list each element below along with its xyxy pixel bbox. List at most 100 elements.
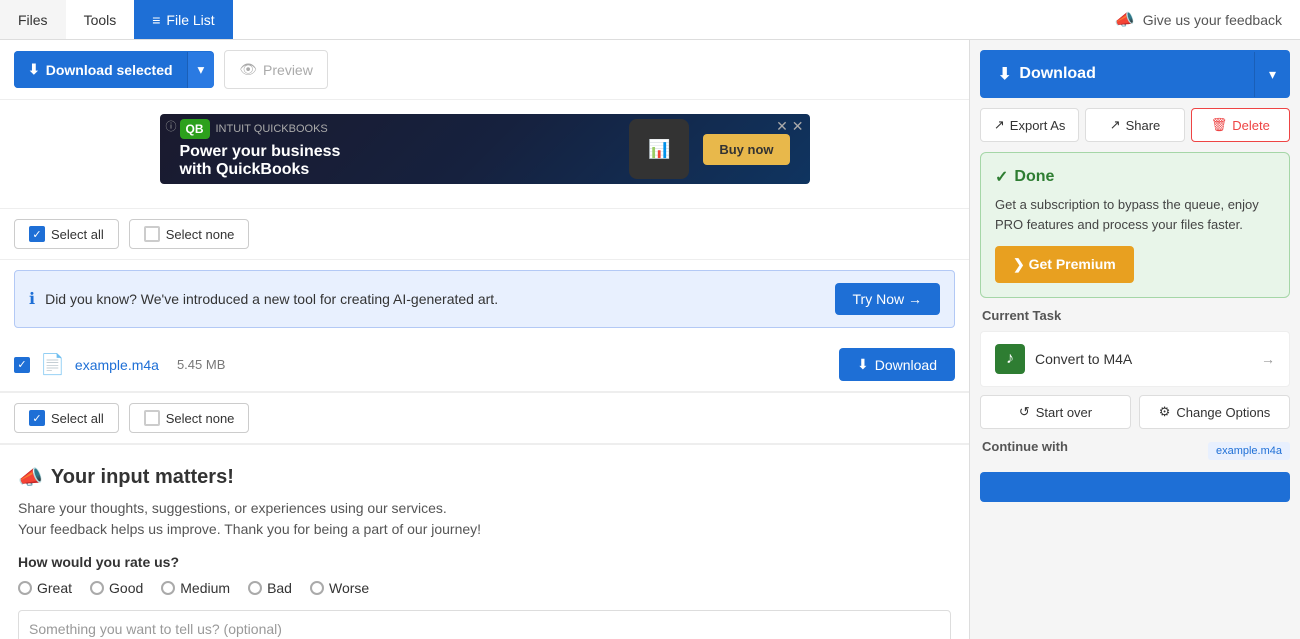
feedback-title: 📣 Your input matters! [18, 465, 951, 490]
premium-label: ❯ Get Premium [1013, 256, 1116, 273]
rating-worse[interactable]: Worse [310, 580, 369, 596]
select-bar-top: ✓ Select all Select none [0, 208, 969, 260]
megaphone-nav-icon: 📣 [1115, 10, 1135, 30]
ad-buy-now-button[interactable]: Buy now [703, 134, 789, 165]
change-options-icon: ⚙ [1159, 404, 1171, 420]
file-download-label: Download [875, 357, 937, 373]
select-all-bottom-label: Select all [51, 411, 104, 426]
right-download-caret[interactable]: ▾ [1254, 52, 1290, 97]
ad-close-icon[interactable]: ✕ ✕ [776, 118, 803, 135]
share-button[interactable]: ↗ Share [1085, 108, 1184, 142]
megaphone-icon: 📣 [18, 465, 43, 490]
get-premium-button[interactable]: ❯ Get Premium [995, 246, 1134, 283]
task-actions: ↺ Start over ⚙ Change Options [980, 395, 1290, 429]
file-list-icon: ≡ [152, 12, 160, 28]
continue-label: Continue with [980, 439, 1070, 454]
download-selected-caret[interactable]: ▾ [187, 52, 215, 88]
right-download-label: Download [1019, 65, 1095, 83]
ad-logo: QB INTUIT QUICKBOOKS [180, 119, 341, 139]
rating-medium[interactable]: Medium [161, 580, 230, 596]
right-download-main[interactable]: ⬇ Download [980, 50, 1254, 98]
feedback-textarea-placeholder[interactable]: Something you want to tell us? (optional… [29, 621, 282, 637]
right-download-button: ⬇ Download ▾ [980, 50, 1290, 98]
feedback-desc: Share your thoughts, suggestions, or exp… [18, 498, 951, 540]
radio-medium[interactable] [161, 581, 175, 595]
select-none-bottom-button[interactable]: Select none [129, 403, 250, 433]
radio-great[interactable] [18, 581, 32, 595]
feedback-textarea-wrapper: Something you want to tell us? (optional… [18, 610, 951, 639]
feedback-nav[interactable]: 📣 Give us your feedback [1097, 10, 1300, 30]
current-task-section: Current Task ♪ Convert to M4A → ↺ Start … [980, 308, 1290, 429]
select-all-checkbox-bottom: ✓ [29, 410, 45, 426]
download-selected-icon: ⬇ [28, 61, 40, 78]
ad-phone-image: 📊 [629, 119, 689, 179]
done-title: ✓ Done [995, 167, 1275, 187]
share-label: Share [1126, 118, 1161, 133]
preview-button[interactable]: 👁 Preview [224, 50, 328, 89]
done-card: ✓ Done Get a subscription to bypass the … [980, 152, 1290, 298]
toolbar: ⬇ Download selected ▾ 👁 Preview [0, 40, 969, 100]
nav-files[interactable]: Files [0, 0, 66, 39]
task-arrow-icon: → [1261, 351, 1275, 367]
radio-bad[interactable] [248, 581, 262, 595]
preview-icon: 👁 [239, 61, 257, 78]
change-options-label: Change Options [1176, 405, 1270, 420]
task-item: ♪ Convert to M4A → [980, 331, 1290, 387]
file-row: ✓ 📄 example.m4a 5.45 MB ⬇ Download [0, 338, 969, 392]
file-download-icon: ⬇ [857, 356, 869, 373]
info-icon: ℹ [29, 289, 35, 309]
feedback-nav-label: Give us your feedback [1143, 12, 1282, 28]
rating-bad[interactable]: Bad [248, 580, 292, 596]
file-download-button[interactable]: ⬇ Download [839, 348, 955, 381]
select-all-bottom-button[interactable]: ✓ Select all [14, 403, 119, 433]
export-as-button[interactable]: ↗ Export As [980, 108, 1079, 142]
nav-file-list-label: File List [166, 12, 214, 28]
ad-text: Power your businesswith QuickBooks [180, 143, 341, 179]
change-options-button[interactable]: ⚙ Change Options [1139, 395, 1290, 429]
rating-label: How would you rate us? [18, 554, 951, 570]
file-checkbox[interactable]: ✓ [14, 357, 30, 373]
select-all-checkbox-top: ✓ [29, 226, 45, 242]
export-icon: ↗ [994, 117, 1005, 133]
start-over-icon: ↺ [1019, 404, 1030, 420]
continue-file-badge: example.m4a [1208, 442, 1290, 460]
delete-button[interactable]: 🗑 Delete [1191, 108, 1290, 142]
file-size: 5.45 MB [177, 357, 225, 372]
download-selected-button[interactable]: ⬇ Download selected ▾ [14, 51, 214, 88]
rating-options: Great Good Medium Bad [18, 580, 951, 596]
current-task-label: Current Task [980, 308, 1290, 323]
select-none-bottom-label: Select none [166, 411, 235, 426]
continue-section: Continue with example.m4a [980, 439, 1290, 462]
app-container: Files Tools ≡ File List 📣 Give us your f… [0, 0, 1300, 639]
feedback-title-text: Your input matters! [51, 466, 234, 489]
file-name[interactable]: example.m4a [75, 357, 159, 373]
quickbooks-logo-icon: QB [180, 119, 210, 139]
feedback-desc1: Share your thoughts, suggestions, or exp… [18, 500, 447, 516]
nav-files-label: Files [18, 12, 48, 28]
right-ad-banner [980, 472, 1290, 502]
ad-banner: ⓘ ✕ ✕ QB INTUIT QUICKBOOKS Power your bu… [160, 114, 810, 184]
radio-good[interactable] [90, 581, 104, 595]
ad-report-icon[interactable]: ⓘ [166, 118, 177, 134]
select-none-top-label: Select none [166, 227, 235, 242]
start-over-button[interactable]: ↺ Start over [980, 395, 1131, 429]
intuit-label: INTUIT QUICKBOOKS [216, 123, 328, 135]
export-label: Export As [1010, 118, 1066, 133]
feedback-section: 📣 Your input matters! Share your thought… [0, 444, 969, 639]
rating-great[interactable]: Great [18, 580, 72, 596]
select-none-top-button[interactable]: Select none [129, 219, 250, 249]
rating-good[interactable]: Good [90, 580, 143, 596]
continue-header: Continue with example.m4a [980, 439, 1290, 462]
info-banner: ℹ Did you know? We've introduced a new t… [14, 270, 955, 328]
done-desc: Get a subscription to bypass the queue, … [995, 195, 1275, 234]
nav-tools[interactable]: Tools [66, 0, 135, 39]
download-selected-main[interactable]: ⬇ Download selected [14, 51, 187, 88]
done-title-text: Done [1014, 168, 1054, 186]
nav-file-list[interactable]: ≡ File List [134, 0, 232, 39]
select-none-checkbox-top [144, 226, 160, 242]
select-all-top-button[interactable]: ✓ Select all [14, 219, 119, 249]
task-icon: ♪ [995, 344, 1025, 374]
info-text: Did you know? We've introduced a new too… [45, 291, 824, 307]
try-now-button[interactable]: Try Now → [835, 283, 940, 315]
radio-worse[interactable] [310, 581, 324, 595]
